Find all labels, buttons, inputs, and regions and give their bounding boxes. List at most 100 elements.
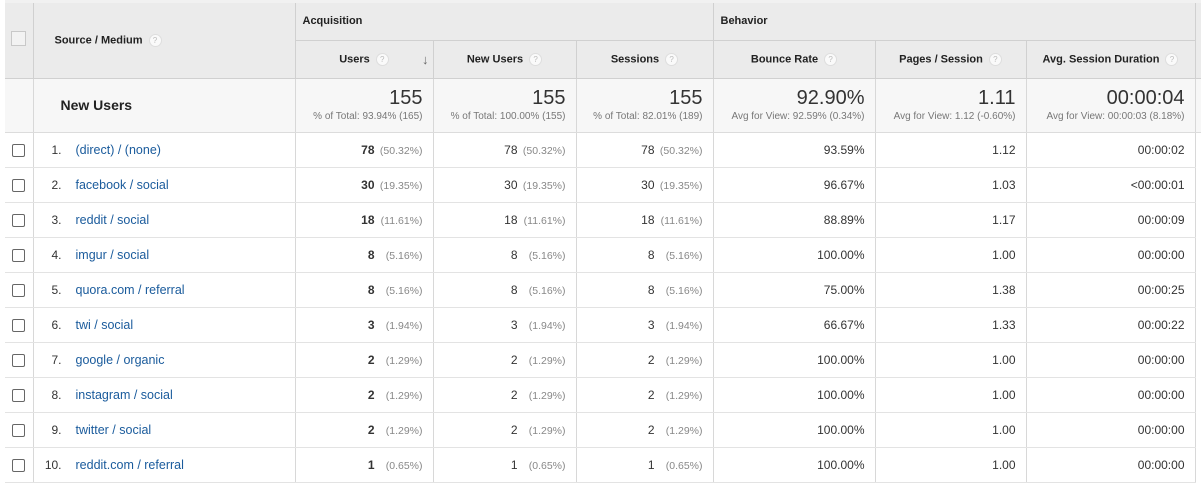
source-medium-link[interactable]: instagram / social: [76, 388, 173, 402]
users-percent: (50.32%): [379, 144, 423, 157]
source-medium-link[interactable]: (direct) / (none): [76, 143, 161, 157]
new-users-value: 18: [504, 212, 518, 227]
row-checkbox[interactable]: [12, 388, 26, 402]
users-percent: (11.61%): [380, 214, 423, 227]
new-users-percent: (1.94%): [528, 319, 566, 332]
sessions-percent: (5.16%): [665, 249, 703, 262]
row-checkbox-cell: [5, 342, 34, 378]
users-percent: (19.35%): [379, 179, 423, 192]
column-header-new-users[interactable]: New Users?: [433, 40, 577, 79]
users-value: 18: [361, 212, 375, 227]
source-medium-link[interactable]: reddit / social: [76, 213, 150, 227]
users-value: 8: [367, 282, 375, 297]
users-value: 3: [367, 317, 375, 332]
pages-session-cell: 1.17: [875, 202, 1027, 238]
new-users-percent: (1.29%): [528, 354, 566, 367]
help-icon[interactable]: ?: [665, 52, 679, 66]
help-icon[interactable]: ?: [1165, 52, 1179, 66]
source-medium-link[interactable]: twitter / social: [76, 423, 152, 437]
header-group-row: Source / Medium? Acquisition Behavior: [5, 3, 1201, 79]
sessions-value: 18: [641, 212, 655, 227]
new-users-percent: (5.16%): [528, 249, 566, 262]
table-row: 9. twitter / social 2 (1.29%) 2 (1.29%) 2 (1…: [5, 412, 1201, 448]
users-value: 1: [367, 457, 375, 472]
users-cell: 2 (1.29%): [295, 412, 434, 448]
new-users-value: 78: [504, 142, 518, 157]
row-checkbox[interactable]: [12, 178, 26, 192]
sessions-cell: 2 (1.29%): [576, 412, 714, 448]
source-medium-cell: 1. (direct) / (none): [33, 132, 296, 168]
sessions-value: 8: [647, 282, 655, 297]
table-row: 10. reddit.com / referral 1 (0.65%) 1 (0.65…: [5, 447, 1201, 483]
source-medium-link[interactable]: twi / social: [76, 318, 134, 332]
users-percent: (5.16%): [385, 284, 423, 297]
new-users-cell: 8 (5.16%): [433, 272, 577, 308]
table-row: 2. facebook / social 30 (19.35%) 30 (19.35%…: [5, 167, 1201, 203]
row-checkbox-cell: [5, 412, 34, 448]
column-header-users[interactable]: Users? ↓: [295, 40, 434, 79]
row-index: 8.: [51, 387, 62, 402]
pages-session-cell: 1.00: [875, 412, 1027, 448]
source-medium-link[interactable]: facebook / social: [76, 178, 169, 192]
summary-subtext: % of Total: 82.01% (189): [593, 111, 703, 122]
pages-session-cell: 1.33: [875, 307, 1027, 343]
column-header-pages-session[interactable]: Pages / Session?: [875, 40, 1027, 79]
summary-subtext: Avg for View: 1.12 (-0.60%): [893, 111, 1016, 122]
source-medium-cell: 8. instagram / social: [33, 377, 296, 413]
source-medium-cell: 5. quora.com / referral: [33, 272, 296, 308]
source-medium-link[interactable]: imgur / social: [76, 248, 150, 262]
source-medium-cell: 7. google / organic: [33, 342, 296, 378]
new-users-percent: (50.32%): [522, 144, 566, 157]
row-checkbox[interactable]: [12, 143, 26, 157]
column-header-sessions[interactable]: Sessions?: [576, 40, 714, 79]
sessions-value: 1: [647, 457, 655, 472]
avg-session-duration-cell: 00:00:00: [1026, 377, 1196, 413]
row-index: 1.: [51, 142, 62, 157]
new-users-value: 30: [504, 177, 518, 192]
help-icon[interactable]: ?: [375, 52, 389, 66]
row-checkbox[interactable]: [12, 248, 26, 262]
source-medium-link[interactable]: google / organic: [76, 353, 165, 367]
select-all-checkbox[interactable]: [11, 31, 27, 47]
table-row: 7. google / organic 2 (1.29%) 2 (1.29%) 2 (1…: [5, 342, 1201, 378]
new-users-value: 8: [510, 247, 518, 262]
row-checkbox[interactable]: [12, 423, 26, 437]
help-icon[interactable]: ?: [529, 52, 543, 66]
column-label: Pages / Session: [899, 52, 983, 65]
dimension-header[interactable]: Source / Medium?: [33, 3, 296, 79]
sessions-value: 8: [647, 247, 655, 262]
row-checkbox[interactable]: [12, 458, 26, 472]
users-cell: 3 (1.94%): [295, 307, 434, 343]
row-checkbox[interactable]: [12, 353, 26, 367]
sessions-value: 30: [641, 177, 655, 192]
sort-descending-icon[interactable]: ↓: [422, 52, 429, 67]
table-row: 4. imgur / social 8 (5.16%) 8 (5.16%) 8 (5.1…: [5, 237, 1201, 273]
pages-session-cell: 1.12: [875, 132, 1027, 168]
row-checkbox-cell: [5, 132, 34, 168]
table-row: 3. reddit / social 18 (11.61%) 18 (11.61%) …: [5, 202, 1201, 238]
pages-session-cell: 1.03: [875, 167, 1027, 203]
row-index: 3.: [51, 212, 62, 227]
row-spacer: [1195, 132, 1201, 167]
bounce-rate-cell: 75.00%: [713, 272, 876, 308]
row-index: 4.: [51, 247, 62, 262]
row-checkbox[interactable]: [12, 283, 26, 297]
help-icon[interactable]: ?: [824, 52, 838, 66]
new-users-percent: (19.35%): [522, 179, 566, 192]
users-cell: 18 (11.61%): [295, 202, 434, 238]
source-medium-link[interactable]: reddit.com / referral: [76, 458, 184, 472]
row-index: 10.: [44, 457, 62, 472]
row-checkbox[interactable]: [12, 318, 26, 332]
help-icon[interactable]: ?: [148, 33, 162, 47]
bounce-rate-cell: 100.00%: [713, 412, 876, 448]
report-table-container: Source / Medium? Acquisition Behavior Us…: [5, 3, 1201, 483]
column-header-bounce-rate[interactable]: Bounce Rate?: [713, 40, 876, 79]
source-medium-cell: 6. twi / social: [33, 307, 296, 343]
source-medium-link[interactable]: quora.com / referral: [76, 283, 185, 297]
row-checkbox-cell: [5, 237, 34, 273]
new-users-percent: (1.29%): [528, 424, 566, 437]
column-header-avg-session-duration[interactable]: Avg. Session Duration?: [1026, 40, 1196, 79]
row-checkbox[interactable]: [12, 213, 26, 227]
help-icon[interactable]: ?: [988, 52, 1002, 66]
bounce-rate-cell: 100.00%: [713, 237, 876, 273]
